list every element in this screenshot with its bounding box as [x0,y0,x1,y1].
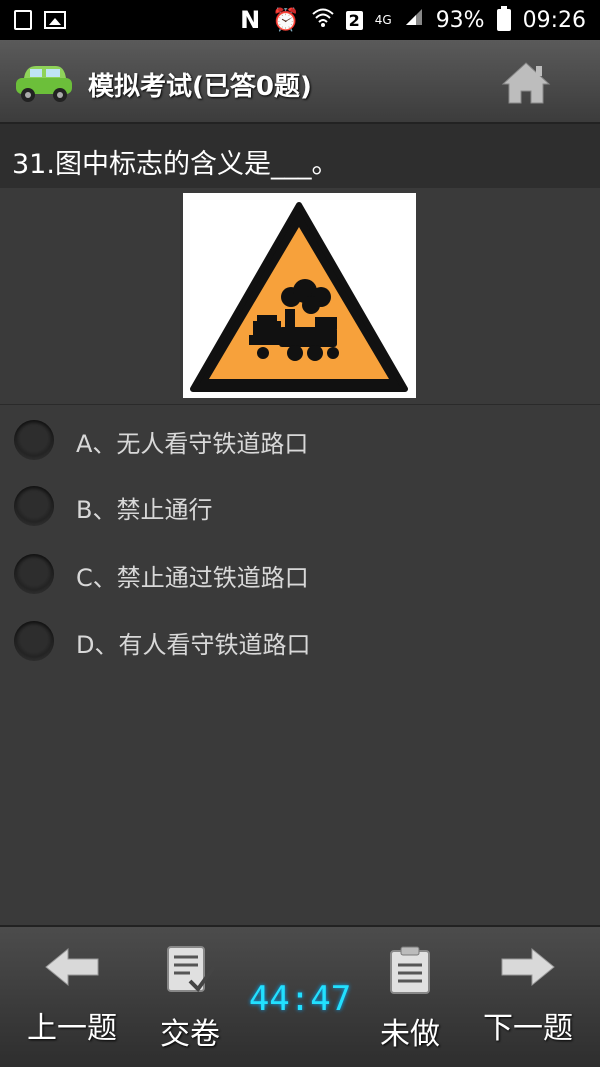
page-title: 模拟考试(已答0题) [88,72,312,102]
submit-exam-label: 交卷 [160,1017,220,1052]
title-bar: 模拟考试(已答0题) [0,40,600,124]
option-label: B、禁止通行 [76,496,213,524]
submit-exam-button[interactable]: 交卷 [130,945,250,1055]
status-left [14,10,66,30]
next-question-label: 下一题 [483,1011,573,1046]
arrow-left-icon [45,947,99,987]
option-a[interactable]: A、无人看守铁道路口 [0,410,600,470]
arrow-right-icon [501,947,555,987]
clipboard-icon [390,946,430,994]
question-image [183,193,416,398]
sim-badge: 2 [345,10,363,30]
railway-crossing-sign-icon [190,202,408,392]
unanswered-button[interactable]: 未做 [350,945,470,1055]
prev-question-label: 上一题 [27,1011,117,1046]
radio-button[interactable] [14,554,54,594]
battery-percent: 93% [435,7,485,33]
next-question-button[interactable]: 下一题 [468,945,588,1055]
option-label: A、无人看守铁道路口 [76,430,309,458]
download-notification-icon [14,10,32,30]
status-bar: N ⏰ 2 4G 93% 09:26 [0,0,600,40]
option-d[interactable]: D、有人看守铁道路口 [0,611,600,671]
option-c[interactable]: C、禁止通过铁道路口 [0,544,600,604]
submit-document-icon [167,946,216,993]
prev-question-button[interactable]: 上一题 [12,945,132,1055]
radio-button[interactable] [14,486,54,526]
clock: 09:26 [522,7,586,33]
wifi-icon [311,7,334,33]
option-b[interactable]: B、禁止通行 [0,476,600,536]
bottom-toolbar: 上一题 交卷 44:47 未做 下一题 [0,925,600,1067]
option-label: C、禁止通过铁道路口 [76,564,309,592]
alarm-icon: ⏰ [272,7,300,33]
radio-button[interactable] [14,420,54,460]
unanswered-label: 未做 [380,1017,440,1052]
battery-icon [496,6,511,31]
option-label: D、有人看守铁道路口 [76,631,311,659]
network-type: 4G [374,13,392,27]
image-notification-icon [44,11,66,29]
radio-button[interactable] [14,621,54,661]
status-right: N ⏰ 2 4G 93% 09:26 [240,6,586,34]
car-icon [16,66,72,102]
nfc-icon: N [240,6,261,34]
countdown-timer: 44:47 [248,979,352,1019]
question-text: 31.图中标志的含义是___。 [0,124,600,188]
home-icon[interactable] [500,60,552,106]
signal-icon [404,7,424,33]
divider [0,404,600,405]
